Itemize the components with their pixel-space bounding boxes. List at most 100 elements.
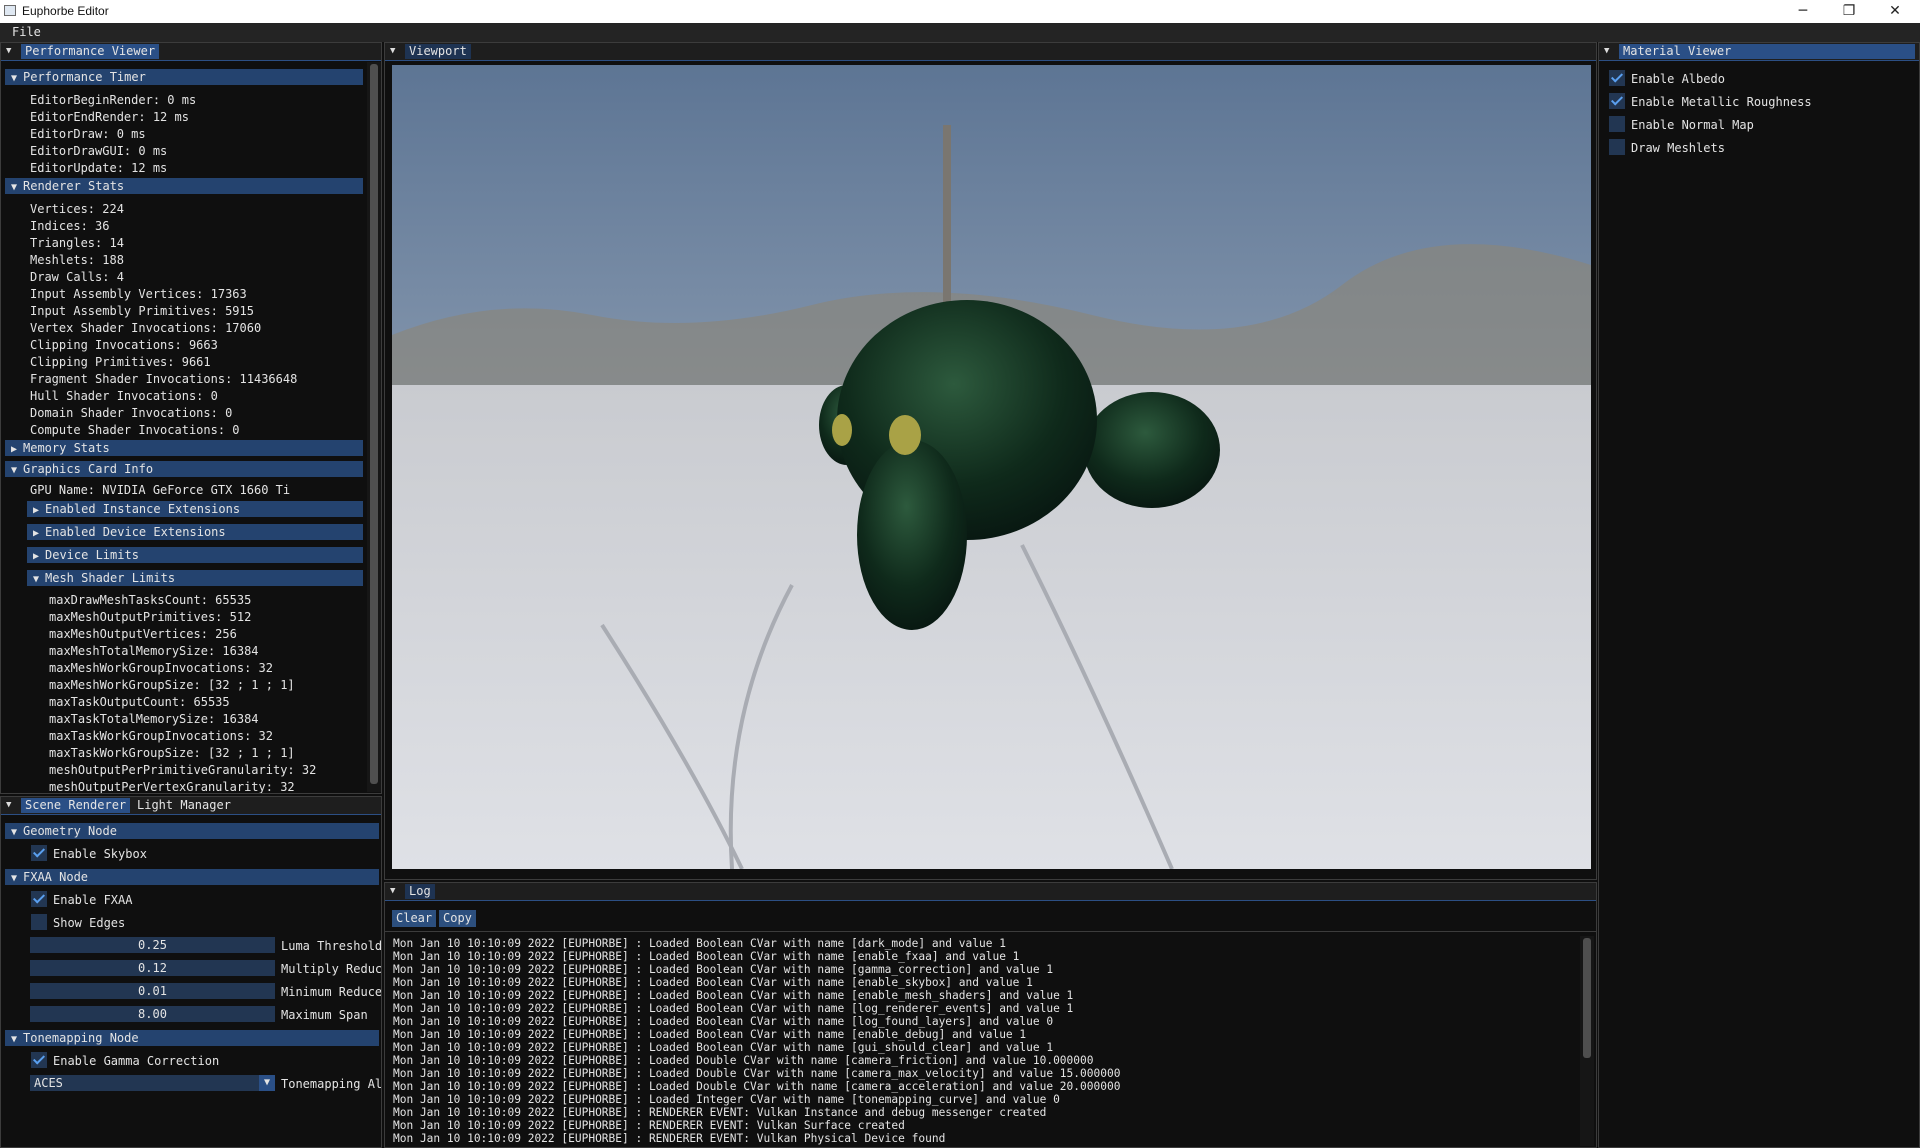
- mesh-limit-row: maxTaskOutputCount: 65535: [49, 695, 230, 709]
- log-line: Mon Jan 10 10:10:09 2022 [EUPHORBE] : Lo…: [393, 976, 1033, 989]
- mesh-limit-row: maxTaskWorkGroupSize: [32 ; 1 ; 1]: [49, 746, 295, 760]
- log-line: Mon Jan 10 10:10:09 2022 [EUPHORBE] : Lo…: [393, 1015, 1054, 1028]
- subsection-device-extensions[interactable]: ▶ Enabled Device Extensions: [27, 524, 363, 540]
- subsection-instance-extensions[interactable]: ▶ Enabled Instance Extensions: [27, 501, 363, 517]
- log-line: Mon Jan 10 10:10:09 2022 [EUPHORBE] : Lo…: [393, 989, 1074, 1002]
- enable-normal-map-label: Enable Normal Map: [1631, 118, 1754, 132]
- collapsed-triangle-icon: ▶: [33, 551, 40, 562]
- section-renderer-stats[interactable]: ▼ Renderer Stats: [5, 178, 363, 194]
- enable-fxaa-checkbox[interactable]: [31, 891, 47, 907]
- stat-row: Indices: 36: [30, 219, 110, 233]
- dropdown-arrow-icon[interactable]: ▼: [259, 1075, 275, 1091]
- subsection-title: Mesh Shader Limits: [45, 571, 176, 585]
- collapse-triangle-icon[interactable]: ▼: [1604, 46, 1609, 56]
- tab-scene-renderer[interactable]: Scene Renderer: [21, 798, 131, 813]
- section-tonemapping-node[interactable]: ▼ Tonemapping Node: [5, 1030, 379, 1046]
- section-title: Renderer Stats: [23, 179, 125, 193]
- menu-bar: File: [0, 23, 1920, 42]
- stat-row: Fragment Shader Invocations: 11436648: [30, 372, 298, 386]
- mesh-limit-row: maxTaskWorkGroupInvocations: 32: [49, 729, 273, 743]
- tab-performance-viewer[interactable]: Performance Viewer: [21, 44, 160, 59]
- panel-header: ▼ Material Viewer: [1599, 43, 1919, 61]
- collapse-triangle-icon[interactable]: ▼: [6, 46, 11, 56]
- enable-gamma-correction-checkbox[interactable]: [31, 1052, 47, 1068]
- stat-row: Input Assembly Vertices: 17363: [30, 287, 247, 301]
- tab-light-manager[interactable]: Light Manager: [133, 798, 235, 813]
- scrollbar-thumb[interactable]: [370, 64, 378, 784]
- enable-metallic-roughness-checkbox[interactable]: [1609, 93, 1625, 109]
- log-line: Mon Jan 10 10:10:09 2022 [EUPHORBE] : Lo…: [393, 1028, 1027, 1041]
- stat-row: Triangles: 14: [30, 236, 124, 250]
- multiply-reduce-label: Multiply Reduc: [281, 962, 382, 976]
- log-line: Mon Jan 10 10:10:09 2022 [EUPHORBE] : Lo…: [393, 1067, 1121, 1080]
- suzanne-snout: [857, 440, 967, 630]
- expanded-triangle-icon: ▼: [11, 827, 18, 838]
- mesh-limit-row: maxMeshWorkGroupSize: [32 ; 1 ; 1]: [49, 678, 295, 692]
- timer-row: EditorUpdate: 12 ms: [30, 161, 168, 175]
- panel-scrollbar[interactable]: [367, 62, 381, 792]
- minimum-reduce-slider[interactable]: 0.01: [30, 983, 275, 999]
- close-button[interactable]: ✕: [1872, 0, 1918, 23]
- multiply-reduce-slider[interactable]: 0.12: [30, 960, 275, 976]
- enable-albedo-checkbox[interactable]: [1609, 70, 1625, 86]
- tab-viewport[interactable]: Viewport: [405, 44, 471, 59]
- suzanne-eye: [832, 414, 852, 446]
- clear-button[interactable]: Clear: [392, 910, 437, 927]
- log-line: Mon Jan 10 10:10:09 2022 [EUPHORBE] : Lo…: [393, 1080, 1121, 1093]
- section-performance-timer[interactable]: ▼ Performance Timer: [5, 69, 363, 85]
- maximum-span-slider[interactable]: 8.00: [30, 1006, 275, 1022]
- scene-renderer-panel: ▼ Scene Renderer Light Manager ▼ Geometry…: [0, 796, 382, 1148]
- menu-file[interactable]: File: [12, 25, 41, 39]
- mesh-limit-row: maxMeshOutputVertices: 256: [49, 627, 237, 641]
- section-fxaa-node[interactable]: ▼ FXAA Node: [5, 869, 379, 885]
- mesh-limit-row: maxTaskTotalMemorySize: 16384: [49, 712, 259, 726]
- tab-log[interactable]: Log: [405, 884, 435, 899]
- enable-metallic-roughness-label: Enable Metallic Roughness: [1631, 95, 1812, 109]
- tonemapping-label: Tonemapping Al: [281, 1077, 382, 1091]
- scene-render-image: [392, 65, 1591, 869]
- enable-fxaa-label: Enable FXAA: [53, 893, 133, 907]
- section-geometry-node[interactable]: ▼ Geometry Node: [5, 823, 379, 839]
- maximize-button[interactable]: ❐: [1826, 0, 1872, 23]
- mesh-limit-row: maxDrawMeshTasksCount: 65535: [49, 593, 252, 607]
- log-line: Mon Jan 10 10:10:09 2022 [EUPHORBE] : Lo…: [393, 950, 1020, 963]
- panel-header: ▼ Log: [385, 883, 1596, 901]
- collapse-triangle-icon[interactable]: ▼: [390, 46, 395, 56]
- subsection-mesh-shader-limits[interactable]: ▼ Mesh Shader Limits: [27, 570, 363, 586]
- section-title: FXAA Node: [23, 870, 89, 884]
- copy-button[interactable]: Copy: [439, 910, 476, 927]
- window-titlebar: Euphorbe Editor ─ ❐ ✕: [0, 0, 1920, 23]
- collapsed-triangle-icon: ▶: [33, 528, 40, 539]
- subsection-device-limits[interactable]: ▶ Device Limits: [27, 547, 363, 563]
- expanded-triangle-icon: ▼: [11, 182, 18, 193]
- collapsed-triangle-icon: ▶: [33, 505, 40, 516]
- suzanne-ear: [1084, 392, 1220, 508]
- log-scrollbar[interactable]: [1580, 936, 1594, 1146]
- viewport-panel: ▼ Viewport: [384, 42, 1597, 880]
- mesh-limit-row: maxMeshTotalMemorySize: 16384: [49, 644, 259, 658]
- tonemapping-select[interactable]: ACES ▼: [30, 1075, 275, 1091]
- tab-material-viewer[interactable]: Material Viewer: [1619, 44, 1915, 59]
- luma-threshold-label: Luma Threshold: [281, 939, 382, 953]
- enable-normal-map-checkbox[interactable]: [1609, 116, 1625, 132]
- collapse-triangle-icon[interactable]: ▼: [390, 886, 395, 896]
- minimize-button[interactable]: ─: [1780, 0, 1826, 23]
- section-graphics-card-info[interactable]: ▼ Graphics Card Info: [5, 461, 363, 477]
- mesh-limit-row: meshOutputPerPrimitiveGranularity: 32: [49, 763, 317, 777]
- stat-row: Compute Shader Invocations: 0: [30, 423, 240, 437]
- performance-viewer-panel: ▼ Performance Viewer ▼ Performance Timer …: [0, 42, 382, 794]
- stat-row: Domain Shader Invocations: 0: [30, 406, 233, 420]
- luma-threshold-slider[interactable]: 0.25: [30, 937, 275, 953]
- show-edges-checkbox[interactable]: [31, 914, 47, 930]
- enable-skybox-checkbox[interactable]: [31, 845, 47, 861]
- section-memory-stats[interactable]: ▶ Memory Stats: [5, 440, 363, 456]
- collapse-triangle-icon[interactable]: ▼: [6, 800, 11, 810]
- draw-meshlets-checkbox[interactable]: [1609, 139, 1625, 155]
- expanded-triangle-icon: ▼: [11, 73, 18, 84]
- scrollbar-thumb[interactable]: [1583, 938, 1591, 1058]
- show-edges-label: Show Edges: [53, 916, 126, 930]
- timer-row: EditorBeginRender: 0 ms: [30, 93, 197, 107]
- stat-row: Draw Calls: 4: [30, 270, 124, 284]
- gpu-name: GPU Name: NVIDIA GeForce GTX 1660 Ti: [30, 483, 291, 497]
- viewport-render[interactable]: [392, 65, 1591, 869]
